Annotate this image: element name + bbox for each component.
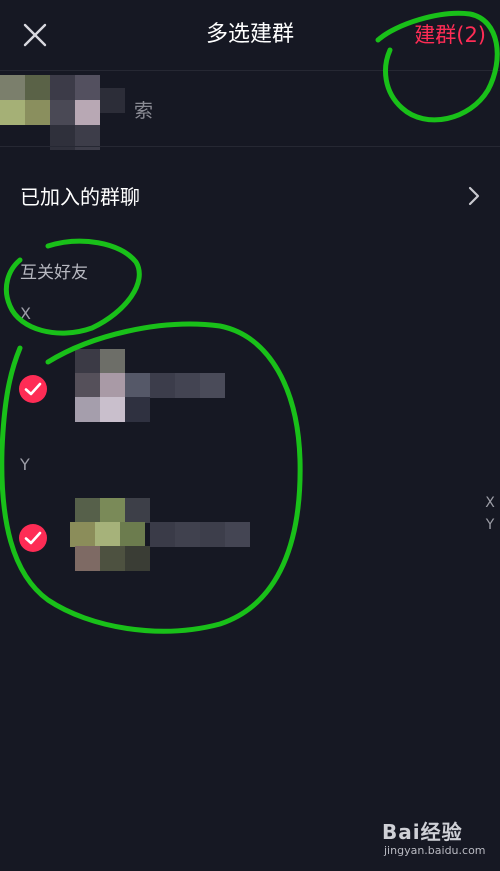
checked-icon[interactable] <box>18 374 48 404</box>
joined-groups-label: 已加入的群聊 <box>20 185 140 209</box>
create-group-button[interactable]: 建群(2) <box>414 18 486 52</box>
chevron-right-icon <box>468 186 480 206</box>
header-bar: 多选建群 建群(2) <box>0 0 500 70</box>
watermark-url: jingyan.baidu.com <box>384 844 486 857</box>
letter-header-y: Y <box>20 455 30 474</box>
search-placeholder: 索 <box>134 100 154 122</box>
search-divider <box>0 146 500 147</box>
close-icon <box>23 23 47 47</box>
alphabet-index: X Y <box>482 492 498 536</box>
screen: { "header": { "title": "多选建群", "create_b… <box>0 0 500 871</box>
checked-icon[interactable] <box>18 523 48 553</box>
close-button[interactable] <box>18 18 52 52</box>
friend-row-x[interactable] <box>0 349 470 429</box>
search-bar[interactable]: 索 <box>0 72 500 150</box>
friend-row-y[interactable] <box>0 498 470 578</box>
watermark-logo-text: Bai经验 <box>382 820 463 844</box>
mutual-friends-title: 互关好友 <box>20 263 88 283</box>
baidu-watermark: Bai经验 jingyan.baidu.com <box>382 816 494 862</box>
index-letter-x[interactable]: X <box>482 492 498 514</box>
index-letter-y[interactable]: Y <box>482 514 498 536</box>
letter-header-x: X <box>20 304 31 323</box>
header-divider <box>0 70 500 71</box>
joined-groups-row[interactable]: 已加入的群聊 <box>0 166 500 224</box>
